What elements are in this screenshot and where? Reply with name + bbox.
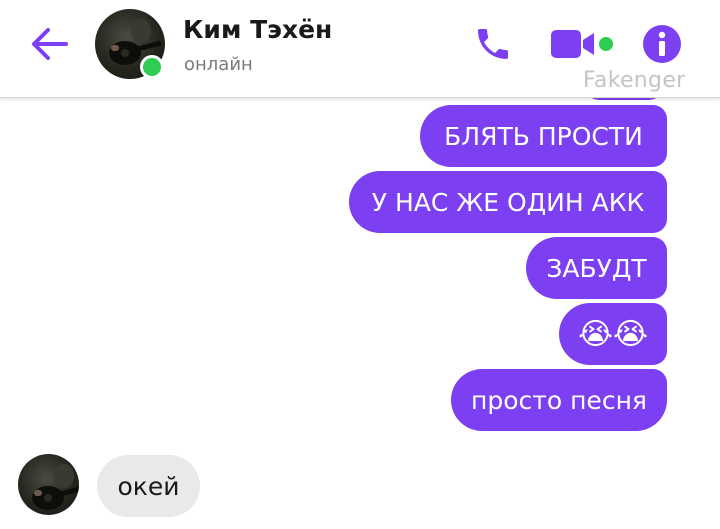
app-watermark: Fakenger xyxy=(583,68,686,93)
incoming-message[interactable]: окей xyxy=(97,455,200,517)
conversation-info-button[interactable] xyxy=(642,24,682,64)
online-indicator xyxy=(140,55,164,79)
outgoing-message[interactable]: БЛЯТЬ ПРОСТИ xyxy=(420,105,667,167)
contact-status: онлайн xyxy=(184,54,253,75)
phone-icon xyxy=(478,29,508,59)
outgoing-message[interactable]: У НАС ЖЕ ОДИН АКК xyxy=(349,171,667,233)
arrow-left-icon xyxy=(32,28,68,60)
contact-name[interactable]: Ким Тэхён xyxy=(183,15,332,44)
guitar-photo-icon xyxy=(32,464,79,510)
info-icon xyxy=(643,25,681,63)
video-call-button[interactable] xyxy=(550,28,598,60)
outgoing-message[interactable]: просто песня xyxy=(451,369,667,431)
sender-avatar[interactable] xyxy=(18,454,79,515)
outgoing-message[interactable]: ЗАБУДТ xyxy=(526,237,667,299)
video-camera-icon xyxy=(551,30,594,58)
back-button[interactable] xyxy=(28,24,70,64)
outgoing-emoji-message[interactable]: 😭😭 xyxy=(559,303,667,365)
voice-call-button[interactable] xyxy=(473,24,513,64)
video-active-indicator xyxy=(599,37,613,51)
